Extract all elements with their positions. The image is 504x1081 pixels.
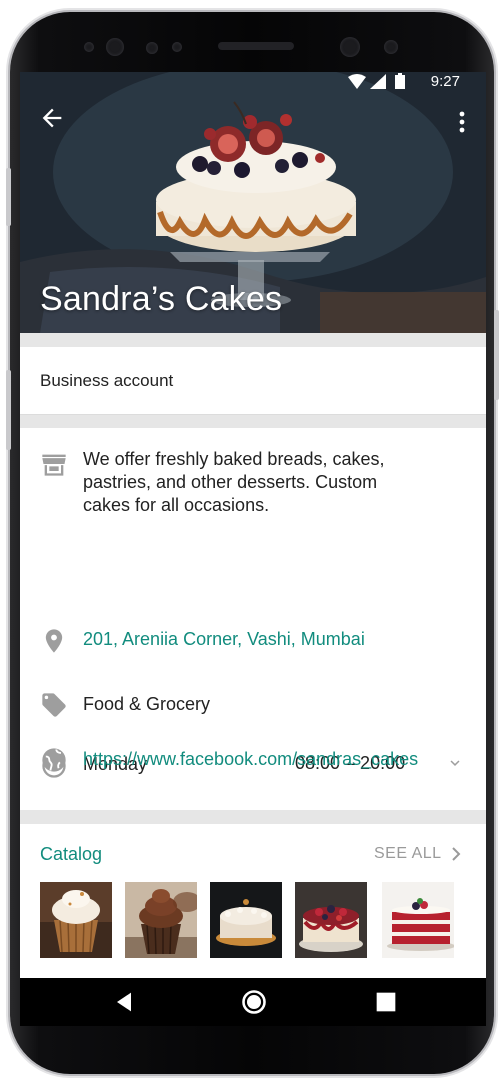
front-camera-secondary (384, 40, 398, 54)
wifi-icon (348, 74, 366, 89)
front-camera (340, 37, 360, 57)
more-vertical-icon[interactable] (458, 110, 466, 134)
catalog-card: Catalog SEE ALL (20, 824, 486, 978)
power-button (494, 310, 499, 400)
business-account-label: Business account (40, 371, 174, 390)
battery-icon (395, 73, 405, 89)
status-bar: 9:27 (20, 72, 486, 92)
sensor (146, 42, 158, 54)
business-name: Sandra’s Cakes (40, 280, 283, 318)
catalog-item-red-velvet-cake[interactable] (382, 882, 454, 958)
catalog-title: Catalog (40, 844, 103, 864)
see-all-button[interactable]: SEE ALL (374, 845, 442, 863)
business-website[interactable]: https://www.facebook.com/sandras_cakes (83, 748, 418, 771)
globe-icon (42, 748, 66, 772)
catalog-item-berry-cheesecake[interactable] (295, 882, 367, 958)
catalog-item-cupcake-vanilla[interactable] (40, 882, 112, 958)
location-pin-icon (45, 629, 63, 653)
iris-sensor (106, 38, 124, 56)
business-address[interactable]: 201, Areniia Corner, Vashi, Mumbai (83, 628, 365, 651)
chevron-right-icon[interactable] (448, 844, 464, 864)
back-triangle-icon[interactable] (110, 988, 138, 1016)
home-circle-icon[interactable] (240, 988, 268, 1016)
category-row: Food & Grocery (20, 693, 486, 723)
sensor (172, 42, 182, 52)
status-time: 9:27 (430, 73, 460, 90)
website-row[interactable]: https://www.facebook.com/sandras_cakes (20, 748, 486, 778)
earpiece-speaker (218, 42, 294, 50)
catalog-item-cupcake-chocolate[interactable] (125, 882, 197, 958)
catalog-item-cream-cake[interactable] (210, 882, 282, 958)
description-row: We offer freshly baked breads, cakes, pa… (20, 448, 486, 518)
tag-icon (42, 693, 66, 717)
screen: 9:27 Sandra’s Cakes Business account We … (20, 72, 486, 978)
store-icon (42, 454, 66, 476)
system-navigation-bar (20, 978, 486, 1026)
signal-icon (370, 74, 386, 89)
business-account-card: Business account (20, 347, 486, 415)
business-category: Food & Grocery (83, 694, 211, 714)
arrow-left-icon[interactable] (38, 104, 66, 132)
sensor (84, 42, 94, 52)
recents-square-icon[interactable] (372, 988, 400, 1016)
business-description: We offer freshly baked breads, cakes, pa… (83, 449, 385, 515)
address-row[interactable]: 201, Areniia Corner, Vashi, Mumbai (20, 628, 486, 658)
profile-header: 9:27 Sandra’s Cakes (20, 72, 486, 333)
bixby-button (6, 370, 11, 450)
volume-button (6, 168, 11, 226)
